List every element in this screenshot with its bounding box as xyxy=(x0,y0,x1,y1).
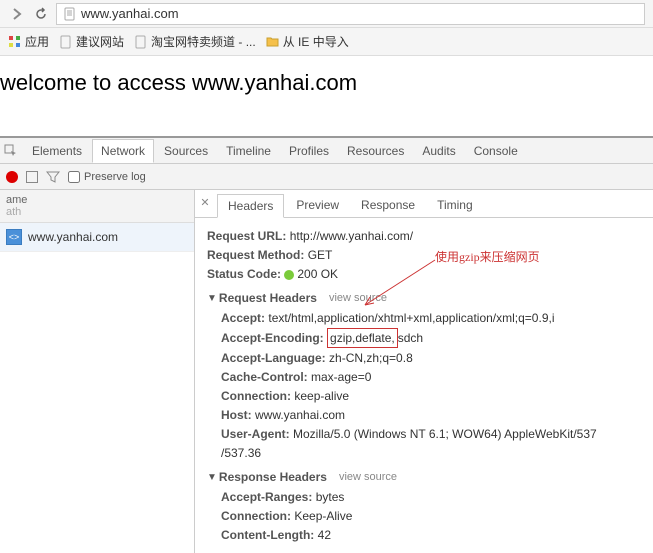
col-path: ath xyxy=(6,206,188,218)
tab-resources[interactable]: Resources xyxy=(339,140,412,162)
reload-icon xyxy=(34,7,48,21)
close-detail-button[interactable]: ✕ xyxy=(198,196,212,210)
request-row[interactable]: <> www.yanhai.com xyxy=(0,223,194,252)
reload-button[interactable] xyxy=(32,5,50,23)
tab-timeline[interactable]: Timeline xyxy=(218,140,279,162)
view-source-link[interactable]: view source xyxy=(339,469,397,486)
apps-label: 应用 xyxy=(25,33,49,50)
url-bar[interactable]: www.yanhai.com xyxy=(56,3,645,25)
apps-button[interactable]: 应用 xyxy=(8,33,49,50)
detail-tabs: Headers Preview Response Timing xyxy=(195,190,653,218)
url-text: www.yanhai.com xyxy=(81,6,638,21)
bookmark-taobao[interactable]: 淘宝网特卖频道 - ... xyxy=(134,33,256,50)
page-icon xyxy=(134,35,148,49)
request-favicon: <> xyxy=(6,229,22,245)
collapse-icon: ▼ xyxy=(207,470,217,485)
clear-button[interactable] xyxy=(26,171,38,183)
apps-icon xyxy=(8,35,22,49)
tab-response[interactable]: Response xyxy=(351,194,425,217)
network-toolbar: Preserve log xyxy=(0,164,653,190)
response-headers-section[interactable]: ▼ Response Headers view source xyxy=(207,468,641,486)
tab-elements[interactable]: Elements xyxy=(24,140,90,162)
list-header[interactable]: ame ath xyxy=(0,190,194,223)
tab-network[interactable]: Network xyxy=(92,139,154,163)
bookmark-suggest[interactable]: 建议网站 xyxy=(59,33,124,50)
headers-content: Request URL: http://www.yanhai.com/ Requ… xyxy=(195,218,653,553)
status-dot-icon xyxy=(284,270,294,280)
bookmark-label: 从 IE 中导入 xyxy=(283,33,349,50)
browser-navbar: www.yanhai.com xyxy=(0,0,653,28)
annotation-text: 使用gzip来压缩网页 xyxy=(435,248,540,266)
general-status: Status Code: 200 OK xyxy=(207,265,641,283)
bookmark-label: 建议网站 xyxy=(76,33,124,50)
view-source-link[interactable]: view source xyxy=(329,290,387,307)
collapse-icon: ▼ xyxy=(207,291,217,306)
welcome-text: welcome to access www.yanhai.com xyxy=(0,70,357,95)
request-name: www.yanhai.com xyxy=(28,230,118,244)
page-body: welcome to access www.yanhai.com xyxy=(0,56,653,136)
tab-console[interactable]: Console xyxy=(466,140,526,162)
tab-sources[interactable]: Sources xyxy=(156,140,216,162)
tab-preview[interactable]: Preview xyxy=(286,194,349,217)
request-headers-body: Accept: text/html,application/xhtml+xml,… xyxy=(207,309,641,462)
page-icon xyxy=(63,7,77,21)
inspect-icon[interactable] xyxy=(4,144,18,158)
col-name: ame xyxy=(6,194,188,206)
request-headers-section[interactable]: ▼ Request Headers view source xyxy=(207,289,641,307)
page-icon xyxy=(59,35,73,49)
bookmarks-bar: 应用 建议网站 淘宝网特卖频道 - ... 从 IE 中导入 xyxy=(0,28,653,56)
tab-audits[interactable]: Audits xyxy=(414,140,463,162)
accept-encoding-row: Accept-Encoding: gzip,deflate,sdch xyxy=(221,328,641,348)
folder-icon xyxy=(266,35,280,49)
tab-profiles[interactable]: Profiles xyxy=(281,140,337,162)
bookmark-ie-import[interactable]: 从 IE 中导入 xyxy=(266,33,349,50)
tab-headers[interactable]: Headers xyxy=(217,194,284,218)
preserve-label: Preserve log xyxy=(84,171,146,183)
general-url: Request URL: http://www.yanhai.com/ xyxy=(207,227,641,245)
forward-icon xyxy=(10,7,24,21)
bookmark-label: 淘宝网特卖频道 - ... xyxy=(151,33,256,50)
network-body: ame ath <> www.yanhai.com ✕ Headers Prev… xyxy=(0,190,653,553)
request-list: ame ath <> www.yanhai.com xyxy=(0,190,195,553)
record-button[interactable] xyxy=(6,171,18,183)
forward-button[interactable] xyxy=(8,5,26,23)
preserve-log[interactable]: Preserve log xyxy=(68,171,146,183)
devtools-panel: Elements Network Sources Timeline Profil… xyxy=(0,136,653,553)
tab-timing[interactable]: Timing xyxy=(427,194,483,217)
preserve-checkbox[interactable] xyxy=(68,171,80,183)
gzip-highlight: gzip,deflate, xyxy=(327,328,398,348)
filter-icon[interactable] xyxy=(46,170,60,184)
response-headers-body: Accept-Ranges: bytes Connection: Keep-Al… xyxy=(207,488,641,544)
detail-panel: ✕ Headers Preview Response Timing Reques… xyxy=(195,190,653,553)
devtools-tabs: Elements Network Sources Timeline Profil… xyxy=(0,138,653,164)
general-method: Request Method: GET xyxy=(207,246,641,264)
